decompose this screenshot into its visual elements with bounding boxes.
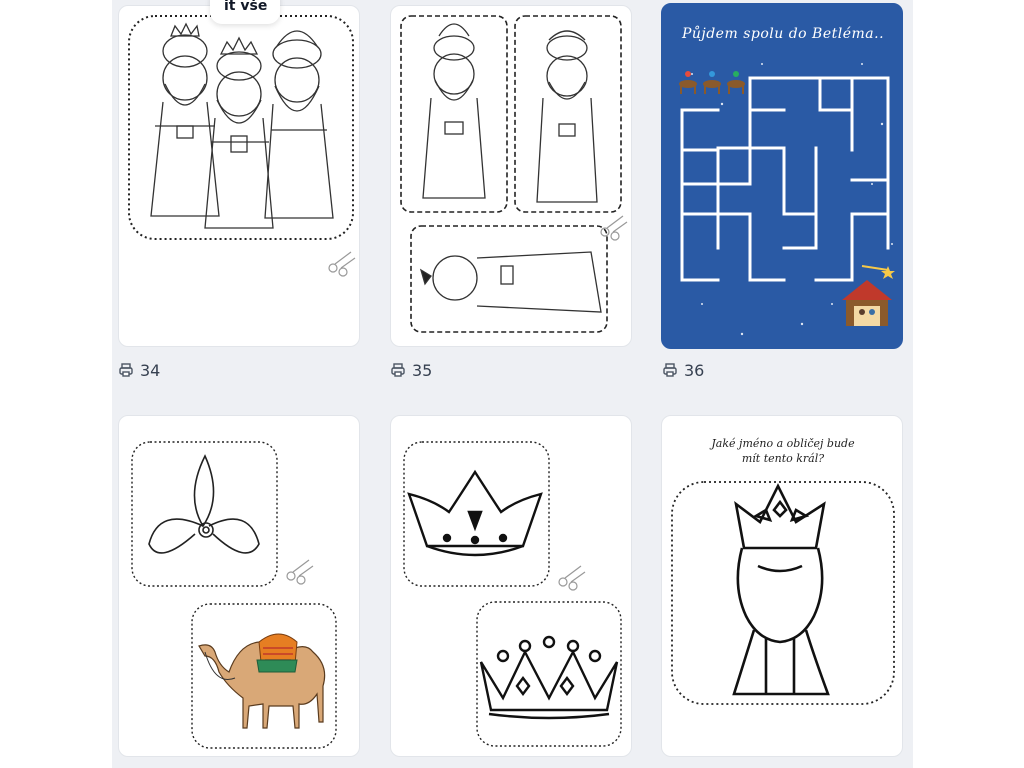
turban-icon xyxy=(148,454,260,554)
nativity-stable-icon xyxy=(842,280,892,326)
print-count-35[interactable]: 35 xyxy=(390,360,432,380)
printer-icon xyxy=(663,363,677,377)
king-outline-illustration xyxy=(671,481,895,705)
three-kings-illustration xyxy=(128,15,356,277)
scissors-icon xyxy=(328,251,356,277)
scissors-icon xyxy=(286,559,314,585)
print-count-value: 35 xyxy=(412,360,433,380)
print-count-value: 36 xyxy=(684,360,705,380)
select-all-label: it vše xyxy=(224,0,268,14)
shooting-star-icon xyxy=(861,265,895,279)
worksheet-card-35[interactable] xyxy=(390,5,632,347)
printer-icon xyxy=(119,363,133,377)
print-count-value: 34 xyxy=(140,360,161,380)
crown-icon xyxy=(407,469,543,557)
turban-camel-illustration xyxy=(131,441,337,749)
maze-title: Půjdem spolu do Betléma.. xyxy=(681,26,885,42)
worksheet-card-38[interactable] xyxy=(390,415,632,757)
gallery-panel: it vše 34 35 Půjdem spolu do Betléma.. 3… xyxy=(112,0,913,768)
print-count-36[interactable]: 36 xyxy=(662,360,704,380)
maze-illustration xyxy=(679,63,895,336)
crown-icon xyxy=(479,635,619,720)
maze-walls xyxy=(680,76,890,282)
kings-cutout-illustration xyxy=(400,15,628,333)
worksheet-card-37[interactable] xyxy=(118,415,360,757)
camel-icon xyxy=(198,633,326,729)
print-count-34[interactable]: 34 xyxy=(118,360,160,380)
scissors-icon xyxy=(558,565,586,591)
printer-icon xyxy=(391,363,405,377)
worksheet-card-36[interactable]: Půjdem spolu do Betléma.. xyxy=(661,3,903,349)
worksheet-card-39[interactable]: Jaké jméno a obličej bude mít tento král… xyxy=(661,415,903,757)
worksheet-card-34[interactable] xyxy=(118,5,360,347)
camels-and-kings xyxy=(679,71,745,94)
scissors-icon xyxy=(600,215,628,241)
select-all-button[interactable]: it vše xyxy=(210,0,280,24)
crowns-illustration xyxy=(403,441,622,747)
